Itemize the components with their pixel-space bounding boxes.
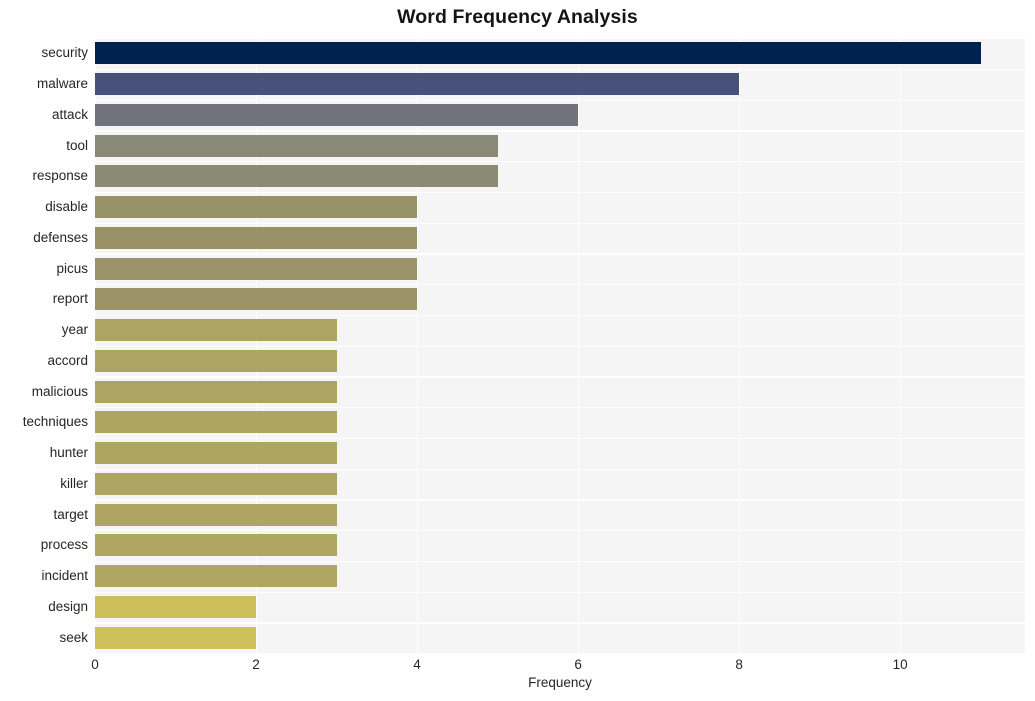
bar xyxy=(95,411,337,434)
x-axis-tick-label: 0 xyxy=(91,657,99,672)
bar xyxy=(95,349,337,372)
y-axis-tick-label: disable xyxy=(45,199,88,215)
bar xyxy=(95,472,337,495)
y-axis-tick-label: malware xyxy=(36,76,88,92)
horizontal-gridline xyxy=(95,560,1025,563)
chart-title: Word Frequency Analysis xyxy=(397,6,638,28)
bar xyxy=(95,288,418,311)
horizontal-gridline xyxy=(95,468,1025,470)
word-frequency-chart: Word Frequency Analysis security malware a… xyxy=(0,0,1035,701)
y-axis-tick-labels: security malware attack tool response disable… xyxy=(0,38,88,653)
horizontal-gridline xyxy=(95,499,1025,501)
bar xyxy=(95,73,740,96)
y-axis-tick-label: response xyxy=(32,168,88,184)
y-axis-tick-label: malicious xyxy=(31,383,88,399)
horizontal-gridline xyxy=(95,99,1025,101)
horizontal-gridline xyxy=(95,161,1025,163)
bar xyxy=(95,626,257,649)
bar xyxy=(95,226,418,249)
horizontal-gridline xyxy=(95,345,1025,347)
plot-area xyxy=(95,38,1025,653)
horizontal-gridline xyxy=(95,38,1025,40)
horizontal-gridline xyxy=(95,530,1025,532)
y-axis-tick-label: seek xyxy=(59,629,88,645)
y-axis-tick-label: picus xyxy=(56,260,88,276)
bar xyxy=(95,196,418,219)
y-axis-tick-label: process xyxy=(40,537,88,553)
y-axis-tick-label: report xyxy=(52,291,88,307)
horizontal-gridline xyxy=(95,314,1025,317)
y-axis-tick-label: killer xyxy=(60,475,88,491)
horizontal-gridline xyxy=(95,437,1025,440)
horizontal-gridline xyxy=(95,622,1025,624)
y-axis-tick-label: tool xyxy=(66,137,88,153)
bar xyxy=(95,134,498,157)
bar xyxy=(95,380,337,403)
x-axis-tick-label: 10 xyxy=(892,657,908,672)
y-axis-tick-label: incident xyxy=(41,568,88,584)
horizontal-gridline xyxy=(95,407,1025,409)
horizontal-gridline xyxy=(95,284,1025,286)
y-axis-tick-label: year xyxy=(61,322,88,338)
y-axis-tick-label: security xyxy=(41,45,88,61)
x-axis-tick-label: 6 xyxy=(574,657,582,672)
y-axis-tick-label: techniques xyxy=(22,414,88,430)
y-axis-tick-label: attack xyxy=(51,106,88,122)
x-axis-tick-label: 8 xyxy=(735,657,743,672)
x-axis-tick-label: 2 xyxy=(252,657,260,672)
horizontal-gridline xyxy=(95,222,1025,224)
bar xyxy=(95,103,579,126)
bar xyxy=(95,257,418,280)
bar xyxy=(95,165,498,188)
bar xyxy=(95,503,337,526)
x-axis-tick-label: 4 xyxy=(413,657,421,672)
horizontal-gridline xyxy=(95,591,1025,593)
y-axis-tick-label: design xyxy=(48,598,88,614)
horizontal-gridline xyxy=(95,191,1025,194)
bar xyxy=(95,442,337,465)
y-axis-tick-label: hunter xyxy=(49,445,88,461)
y-axis-tick-label: target xyxy=(53,506,88,522)
y-axis-tick-label: defenses xyxy=(33,229,88,245)
bar xyxy=(95,534,337,557)
horizontal-gridline xyxy=(95,130,1025,132)
x-axis-tick-labels: 0 2 4 6 8 10 xyxy=(0,653,1035,677)
y-axis-tick-label: accord xyxy=(47,352,88,368)
bar xyxy=(95,319,337,342)
bar xyxy=(95,565,337,588)
x-axis-label: Frequency xyxy=(528,675,592,690)
bar xyxy=(95,42,981,65)
bar xyxy=(95,595,257,618)
horizontal-gridline xyxy=(95,68,1025,71)
horizontal-gridline xyxy=(95,376,1025,378)
horizontal-gridline xyxy=(95,253,1025,255)
